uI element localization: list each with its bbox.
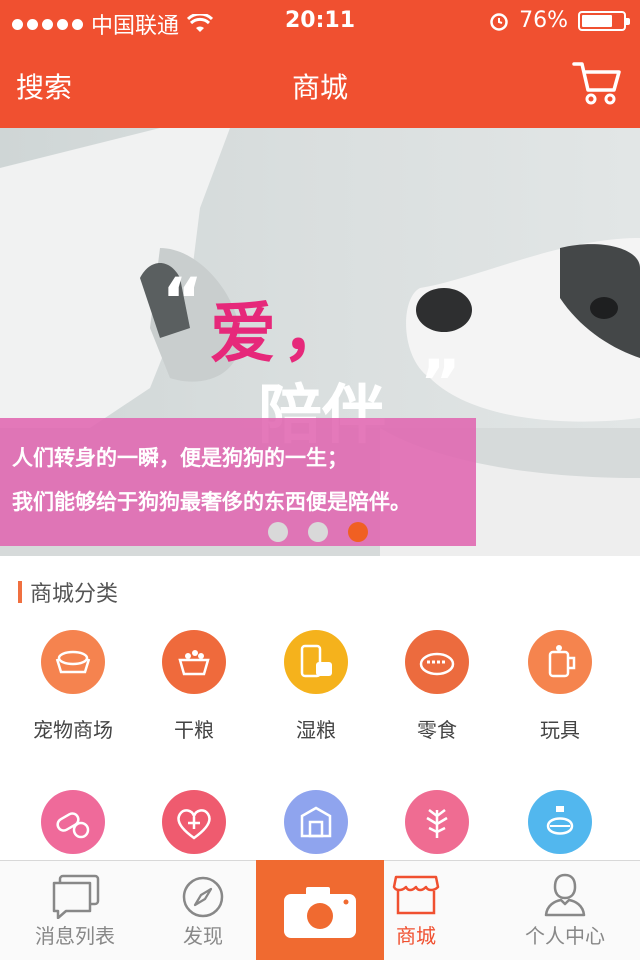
banner-pager	[268, 522, 368, 542]
person-icon	[544, 873, 586, 917]
camera-button[interactable]	[256, 860, 384, 960]
category-item[interactable]: 宠物商场	[13, 630, 133, 743]
cart-icon[interactable]	[572, 60, 622, 106]
category-item[interactable]	[13, 790, 133, 854]
banner-caption-line-1: 人们转身的一瞬，便是狗狗的一生；	[12, 446, 348, 470]
section-accent-bar	[18, 581, 22, 603]
category-item[interactable]: 湿粮	[256, 630, 376, 743]
tab-discover[interactable]: 发现	[150, 861, 256, 960]
nav-bar: 搜索 商城	[0, 40, 640, 128]
page-title: 商城	[291, 71, 348, 104]
category-label: 零食	[417, 718, 457, 742]
header: 中国联通 20:11 76% 搜索 商城	[0, 0, 640, 128]
shop-icon	[392, 875, 440, 915]
category-item[interactable]: 干粮	[134, 630, 254, 743]
tab-mall-label: 商城	[396, 924, 436, 948]
tab-profile[interactable]: 个人中心	[490, 861, 640, 960]
compass-icon	[182, 876, 224, 918]
perfume-bottle-icon	[528, 790, 592, 854]
banner-caption-line-2: 我们能够给于狗狗最奢侈的东西便是陪伴。	[12, 490, 411, 514]
category-item[interactable]	[134, 790, 254, 854]
snack-plate-icon	[405, 630, 469, 694]
banner-caption: 人们转身的一瞬，便是狗狗的一生； 我们能够给于狗狗最奢侈的东西便是陪伴。	[0, 418, 476, 546]
battery-fill	[582, 14, 613, 27]
battery-icon	[578, 10, 630, 31]
category-item[interactable]	[500, 790, 620, 854]
pill-capsule-icon	[41, 790, 105, 854]
section-title: 商城分类	[30, 582, 119, 607]
pet-bowl-icon	[41, 630, 105, 694]
camera-icon	[284, 887, 356, 938]
tab-mall[interactable]: 商城	[384, 861, 448, 960]
quote-open-mark: “	[162, 264, 203, 337]
tree-icon	[405, 790, 469, 854]
alarm-clock-icon	[490, 12, 508, 31]
pager-dot[interactable]	[308, 522, 328, 542]
status-bar: 中国联通 20:11 76%	[0, 0, 640, 40]
quote-close-mark: ”	[420, 346, 461, 419]
canned-food-icon	[284, 630, 348, 694]
dry-food-bowl-icon	[162, 630, 226, 694]
banner-headline-comma: ，	[282, 293, 348, 370]
chat-bubbles-icon	[52, 874, 100, 919]
heart-plus-icon	[162, 790, 226, 854]
category-label: 湿粮	[296, 718, 336, 742]
tab-messages[interactable]: 消息列表	[0, 861, 150, 960]
category-label: 干粮	[174, 718, 214, 742]
category-item[interactable]	[256, 790, 376, 854]
pager-dot[interactable]	[268, 522, 288, 542]
tab-profile-label: 个人中心	[525, 924, 605, 948]
box-house-icon	[284, 790, 348, 854]
banner-headline-love: 爱	[210, 295, 276, 372]
pager-dot[interactable]	[348, 522, 368, 542]
section-heading: 商城分类	[18, 576, 118, 608]
category-label: 玩具	[540, 718, 580, 742]
tab-messages-label: 消息列表	[35, 924, 115, 948]
category-item[interactable]	[377, 790, 497, 854]
toy-cup-icon	[528, 630, 592, 694]
category-label: 宠物商场	[33, 718, 113, 742]
battery-percent: 76%	[519, 8, 568, 33]
tab-discover-label: 发现	[183, 924, 223, 948]
category-item[interactable]: 零食	[377, 630, 497, 743]
category-item[interactable]: 玩具	[500, 630, 620, 743]
